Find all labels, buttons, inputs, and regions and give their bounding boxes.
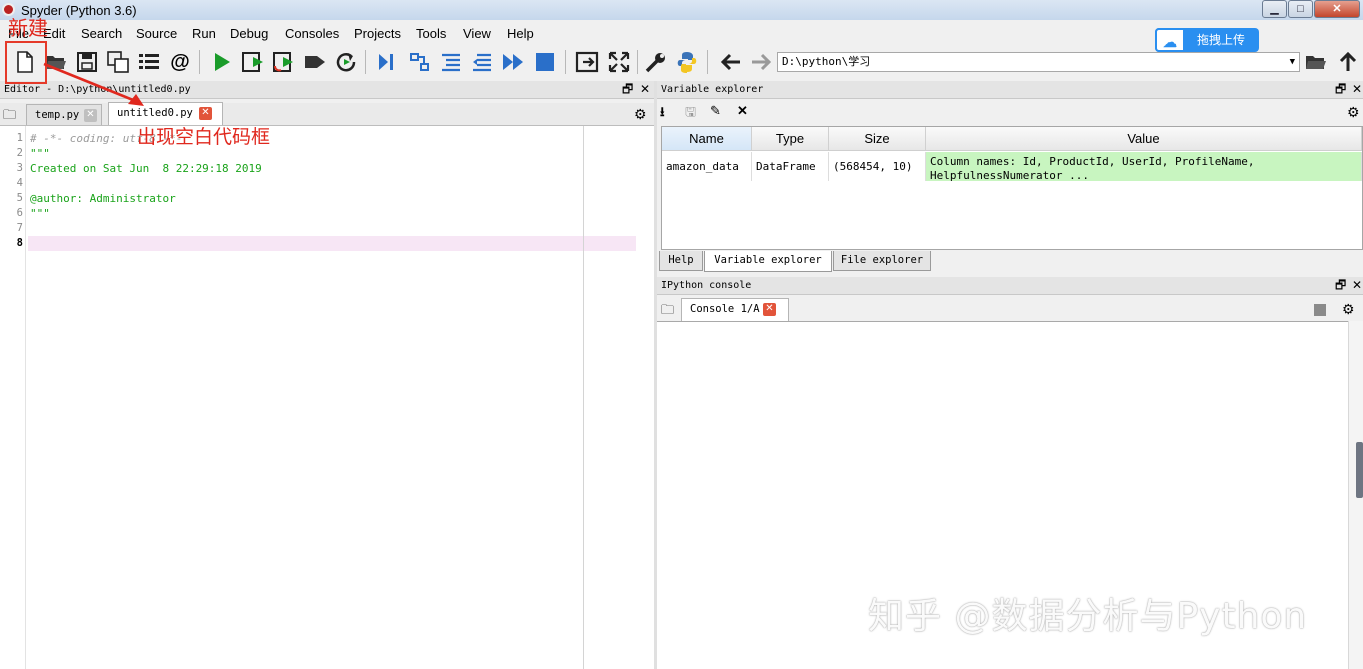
step-return-icon[interactable] [470,50,494,74]
scrollbar-thumb[interactable] [1356,442,1363,498]
toolbar-separator [365,50,366,74]
variable-table: Name Type Size Value amazon_data DataFra… [661,126,1363,250]
line-number-current: 8 [16,237,23,249]
debug-icon[interactable] [375,50,399,74]
tab-help[interactable]: Help [659,251,703,271]
close-pane-icon[interactable]: ✕ [640,81,650,98]
code-line-docstring: """ [30,207,50,220]
preferences-wrench-icon[interactable] [644,50,668,74]
line-number: 7 [16,222,23,234]
run-cell-advance-icon[interactable] [272,50,296,74]
undock-icon[interactable]: 🗗 [622,81,633,98]
annotation-blank-label: 出现空白代码框 [137,126,271,148]
column-header-type[interactable]: Type [752,127,829,151]
column-header-name[interactable]: Name [662,127,752,151]
python-path-icon[interactable] [675,50,699,74]
import-data-icon[interactable]: ⭳ [660,103,665,125]
browse-tabs-icon[interactable]: 🗀 [661,301,674,323]
stop-icon[interactable] [533,50,557,74]
toolbar-separator [565,50,566,74]
variable-name-cell[interactable]: amazon_data [662,152,752,181]
undock-icon[interactable]: 🗗 [1335,277,1346,294]
line-number: 3 [16,162,23,174]
annotation-new-label: 新建 [8,16,48,40]
toolbar-separator [707,50,708,74]
variable-size-cell[interactable]: (568454, 10) [829,152,926,181]
step-into-icon[interactable] [439,50,463,74]
line-number: 4 [16,177,23,189]
options-gear-icon[interactable]: ⚙ [1342,301,1355,318]
maximize-pane-icon[interactable] [575,50,599,74]
code-line-docstring: Created on Sat Jun 8 22:29:18 2019 [30,162,262,175]
tab-file-explorer[interactable]: File explorer [833,251,931,271]
line-number: 6 [16,207,23,219]
variable-type-cell[interactable]: DataFrame [752,152,829,181]
tab-console-1a[interactable]: Console 1/A ✕ [681,298,789,321]
code-line-docstring: """ [30,147,50,160]
run-cell-icon[interactable] [241,50,265,74]
options-gear-icon[interactable]: ⚙ [634,106,647,123]
minimize-button[interactable]: ▁ [1262,0,1287,18]
options-gear-icon[interactable]: ⚙ [1347,104,1360,121]
variable-explorer-header: Variable explorer 🗗 ✕ [657,81,1363,99]
maximize-button[interactable]: □ [1288,0,1313,18]
column-header-size[interactable]: Size [829,127,926,151]
title-bar: Spyder (Python 3.6) ▁ □ ✕ [0,0,1363,20]
menu-run[interactable]: Run [192,26,216,41]
variable-explorer-title: Variable explorer [661,84,764,95]
line-number: 5 [16,192,23,204]
line-number: 2 [16,147,23,159]
at-symbol-icon[interactable]: @ [168,50,192,74]
undock-icon[interactable]: 🗗 [1335,81,1346,98]
code-line-docstring: @author: Administrator [30,192,176,205]
chevron-down-icon[interactable]: ▼ [1290,53,1295,71]
working-directory-combo[interactable]: D:\python\学习 ▼ [777,52,1300,72]
line-number-gutter: 1 2 3 4 5 6 7 8 [0,126,26,669]
save-data-as-icon[interactable]: ✎ [710,103,721,119]
edge-line [583,126,584,669]
code-editor[interactable]: 1 2 3 4 5 6 7 8 # -*- coding: utf-8 -*- … [0,125,654,669]
menu-help[interactable]: Help [507,26,534,41]
annotation-arrow [43,62,144,106]
save-data-icon[interactable]: 🖫 [685,103,696,125]
menu-search[interactable]: Search [81,26,122,41]
value-line: Column names: Id, ProductId, UserId, Pro… [930,155,1255,168]
menu-projects[interactable]: Projects [354,26,401,41]
toolbar-separator [199,50,200,74]
menu-debug[interactable]: Debug [230,26,268,41]
browse-folder-icon[interactable] [1304,50,1328,74]
line-number: 1 [16,132,23,144]
parent-dir-arrow-icon[interactable] [1336,50,1360,74]
close-pane-icon[interactable]: ✕ [1352,277,1362,294]
close-button[interactable]: ✕ [1314,0,1360,18]
menu-view[interactable]: View [463,26,491,41]
run-selection-icon[interactable] [303,50,327,74]
continue-icon[interactable] [501,50,525,74]
console-pane-header: IPython console 🗗 ✕ [657,277,1363,295]
run-icon[interactable] [210,50,234,74]
remove-all-variables-icon[interactable]: ✕ [737,103,748,119]
menu-consoles[interactable]: Consoles [285,26,339,41]
working-directory-path: D:\python\学习 [782,55,871,68]
back-arrow-icon[interactable] [719,50,743,74]
menu-tools[interactable]: Tools [416,26,446,41]
current-line-highlight [28,236,636,251]
watermark-text: 知乎 @数据分析与Python [868,596,1308,637]
console-pane-title: IPython console [661,280,752,291]
interrupt-kernel-icon[interactable] [1314,304,1326,316]
close-tab-icon[interactable]: ✕ [763,303,776,316]
tab-label: Console 1/A [690,303,760,315]
tab-variable-explorer[interactable]: Variable explorer [704,251,832,272]
close-pane-icon[interactable]: ✕ [1352,81,1362,98]
toolbar-separator [637,50,638,74]
column-header-value[interactable]: Value [926,127,1362,151]
forward-arrow-icon[interactable] [749,50,773,74]
close-tab-icon[interactable]: ✕ [199,107,212,120]
value-line: HelpfulnessNumerator ... [930,169,1089,182]
fullscreen-icon[interactable] [607,50,631,74]
variable-value-cell[interactable]: Column names: Id, ProductId, UserId, Pro… [926,152,1362,182]
step-icon[interactable] [408,50,432,74]
menu-source[interactable]: Source [136,26,177,41]
rerun-icon[interactable] [334,50,358,74]
